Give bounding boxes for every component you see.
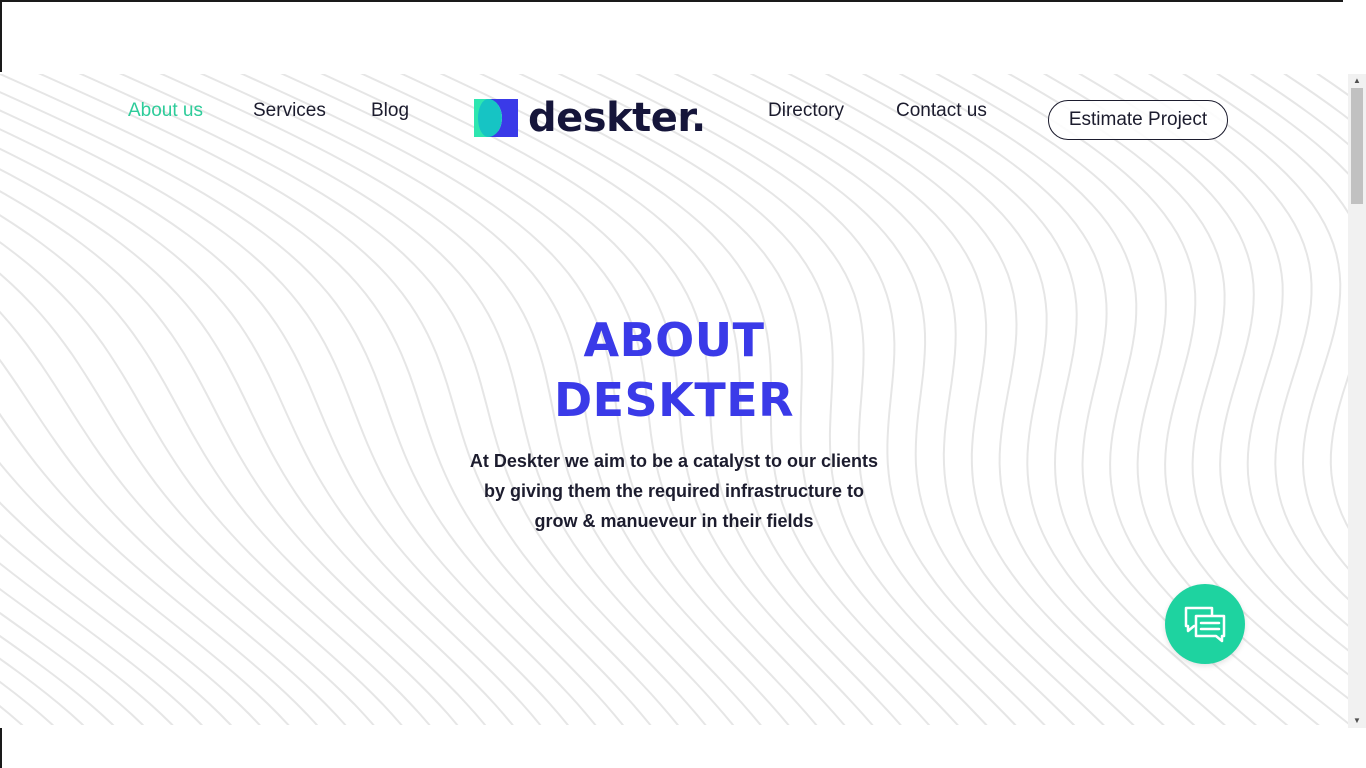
wave-line [0, 168, 514, 725]
nav-link-contact-us[interactable]: Contact us [896, 100, 987, 122]
scroll-down-arrow-icon[interactable]: ▼ [1348, 714, 1366, 728]
hero-text-line-1: At Deskter we aim to be a catalyst to ou… [469, 451, 879, 471]
wave-line [1321, 74, 1348, 725]
deskter-logo-mark-icon [474, 99, 518, 137]
logo-wordmark: deskter. [528, 95, 706, 141]
wave-line [0, 241, 431, 725]
wave-line [1283, 74, 1348, 120]
hero-text-line-3: grow & manueveur in their fields [534, 511, 814, 531]
hero-text-line-2: by giving them the required infrastructu… [483, 481, 865, 501]
nav-link-about-us[interactable]: About us [128, 100, 203, 122]
nav-link-blog[interactable]: Blog [371, 100, 409, 122]
wave-line [0, 680, 55, 725]
wave-line [898, 74, 1320, 725]
chat-bubbles-icon [1184, 606, 1226, 643]
nav-link-directory[interactable]: Directory [768, 100, 844, 122]
estimate-project-button[interactable]: Estimate Project [1048, 100, 1228, 140]
nav-link-services[interactable]: Services [253, 100, 326, 122]
wave-line [0, 587, 174, 725]
hero-title-line-1: ABOUT [583, 313, 765, 367]
vertical-scrollbar[interactable]: ▲ ▼ [1348, 74, 1366, 728]
logo[interactable]: deskter. [474, 94, 706, 142]
scrollbar-thumb[interactable] [1351, 88, 1363, 204]
wave-line [0, 358, 347, 725]
wave-line [0, 562, 204, 725]
hero-title: ABOUT DESKTER [474, 310, 874, 430]
scroll-up-arrow-icon[interactable]: ▲ [1348, 74, 1366, 88]
window-frame-top [0, 0, 1343, 2]
wave-line [0, 190, 487, 725]
browser-window: About us Services Blog deskter. Director… [0, 0, 1366, 768]
wave-line [1316, 74, 1348, 97]
hero-title-line-2: DESKTER [553, 373, 795, 427]
window-frame-left-bottom [0, 728, 2, 768]
window-frame-left [0, 0, 2, 72]
chat-button[interactable] [1165, 584, 1245, 664]
page-viewport: About us Services Blog deskter. Director… [0, 74, 1348, 725]
hero-description: At Deskter we aim to be a catalyst to ou… [424, 446, 924, 536]
